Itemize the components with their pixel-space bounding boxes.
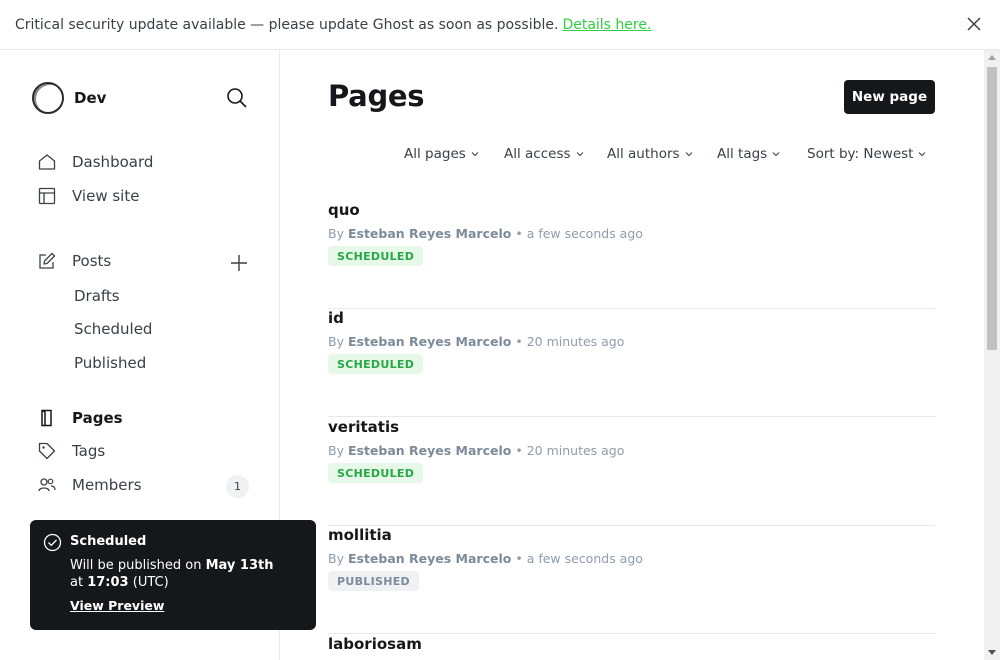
sidebar-item-members[interactable]: Members	[38, 476, 142, 494]
scrollbar[interactable]	[984, 50, 1000, 660]
close-icon[interactable]	[966, 16, 982, 32]
home-icon	[38, 154, 56, 170]
search-icon[interactable]	[226, 87, 248, 109]
page-list-item[interactable]: mollitia By Esteban Reyes Marcelo • a fe…	[328, 526, 935, 634]
status-badge: SCHEDULED	[328, 463, 424, 483]
tag-icon	[38, 442, 56, 460]
divider	[328, 416, 935, 417]
site-logo	[32, 82, 64, 114]
page-title-text: veritatis	[328, 418, 400, 436]
filter-sort[interactable]: Sort by: Newest	[807, 146, 926, 162]
status-badge: SCHEDULED	[328, 354, 424, 374]
filter-label: All authors	[607, 146, 680, 162]
divider	[328, 633, 935, 634]
page-meta: By Esteban Reyes Marcelo • 20 minutes ag…	[328, 443, 625, 458]
toast-message-time: at 17:03 (UTC)	[70, 575, 169, 590]
sidebar-item-drafts[interactable]: Drafts	[74, 287, 120, 305]
filter-label: Sort by: Newest	[807, 146, 914, 162]
brand[interactable]: Dev	[32, 82, 106, 114]
toast-message: Will be published on May 13th	[70, 558, 274, 573]
page-title-text: laboriosam	[328, 635, 422, 653]
page-list-item[interactable]: quo By Esteban Reyes Marcelo • a few sec…	[328, 201, 935, 309]
filter-all-access[interactable]: All access	[504, 146, 584, 162]
sidebar-item-label: Tags	[72, 442, 106, 460]
chevron-down-icon	[919, 152, 926, 157]
sidebar-item-posts[interactable]: Posts	[38, 252, 111, 270]
page-list-item[interactable]: veritatis By Esteban Reyes Marcelo • 20 …	[328, 418, 935, 526]
page-time: • 20 minutes ago	[515, 443, 625, 458]
toast-time: 17:03	[87, 575, 129, 590]
edit-icon	[39, 252, 56, 269]
banner-details-link[interactable]: Details here.	[562, 17, 651, 33]
status-badge: PUBLISHED	[328, 571, 419, 591]
filter-all-authors[interactable]: All authors	[607, 146, 693, 162]
page-icon	[41, 409, 52, 427]
page-meta: By Esteban Reyes Marcelo • 20 minutes ag…	[328, 334, 625, 349]
page-title-text: id	[328, 309, 344, 327]
scroll-up-arrow-icon[interactable]	[988, 55, 996, 60]
sidebar-item-scheduled[interactable]: Scheduled	[74, 320, 152, 338]
new-page-button[interactable]: New page	[844, 80, 935, 114]
page-list-item[interactable]: laboriosam	[328, 635, 935, 660]
toast-date: May 13th	[205, 558, 274, 573]
sidebar-item-view-site[interactable]: View site	[38, 187, 139, 205]
sidebar-item-published[interactable]: Published	[74, 354, 146, 372]
page-time: • a few seconds ago	[515, 226, 643, 241]
sidebar-item-label: View site	[72, 187, 140, 205]
page-time: • a few seconds ago	[515, 551, 643, 566]
sidebar-item-label: Posts	[72, 252, 112, 270]
filter-label: All access	[504, 146, 571, 162]
chevron-down-icon	[576, 152, 583, 157]
chevron-down-icon	[685, 152, 692, 157]
sidebar-item-label: Members	[72, 476, 142, 494]
toast-title: Scheduled	[70, 534, 147, 549]
members-icon	[38, 478, 56, 492]
page-title-text: mollitia	[328, 526, 392, 544]
layout-icon	[38, 187, 56, 205]
page-time: • 20 minutes ago	[515, 334, 625, 349]
chevron-down-icon	[471, 152, 479, 157]
scheduled-toast: Scheduled Will be published on May 13th …	[30, 520, 328, 630]
scroll-down-arrow-icon[interactable]	[988, 650, 996, 655]
filter-label: All tags	[717, 146, 768, 162]
sidebar-item-tags[interactable]: Tags	[38, 442, 105, 460]
scroll-thumb[interactable]	[987, 67, 997, 350]
sidebar-item-label: Dashboard	[72, 153, 154, 171]
add-post-icon[interactable]	[229, 253, 249, 273]
close-icon[interactable]	[317, 536, 329, 548]
security-banner: Critical security update available — ple…	[0, 0, 1000, 50]
author-name: Esteban Reyes Marcelo	[347, 334, 512, 349]
filter-all-tags[interactable]: All tags	[717, 146, 780, 162]
sidebar-item-label: Pages	[72, 409, 123, 427]
page-list-item[interactable]: id By Esteban Reyes Marcelo • 20 minutes…	[328, 309, 935, 417]
author-name: Esteban Reyes Marcelo	[347, 226, 512, 241]
site-name: Dev	[74, 89, 107, 107]
author-name: Esteban Reyes Marcelo	[347, 443, 512, 458]
view-preview-link[interactable]: View Preview	[70, 598, 164, 613]
banner-message: Critical security update available — ple…	[15, 16, 559, 33]
sidebar-item-dashboard[interactable]: Dashboard	[38, 153, 153, 171]
status-badge: SCHEDULED	[328, 246, 424, 266]
author-name: Esteban Reyes Marcelo	[347, 551, 512, 566]
check-circle-icon	[43, 533, 62, 552]
chevron-down-icon	[772, 152, 780, 157]
page-meta: By Esteban Reyes Marcelo • a few seconds…	[328, 226, 643, 241]
page-title-text: quo	[328, 201, 360, 219]
filter-all-pages[interactable]: All pages	[404, 146, 479, 162]
sidebar-item-pages[interactable]: Pages	[38, 409, 123, 427]
page-meta: By Esteban Reyes Marcelo • a few seconds…	[328, 551, 643, 566]
members-count-badge: 1	[226, 475, 249, 498]
page-title: Pages	[328, 79, 425, 113]
filter-label: All pages	[404, 146, 466, 162]
